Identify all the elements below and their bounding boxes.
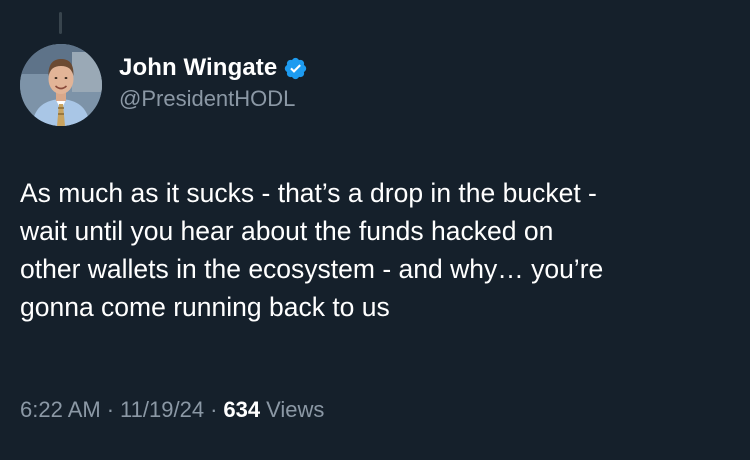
thread-connector-line [59,12,62,34]
views-count[interactable]: 634 [223,397,260,423]
avatar[interactable] [20,44,102,126]
verified-badge-icon[interactable] [283,56,308,81]
tweet-text-line: gonna come running back to us [20,292,390,322]
meta-separator: · [106,397,115,422]
avatar-image [20,44,102,126]
tweet-text: As much as it sucks - that’s a drop in t… [20,174,732,326]
author-display-name[interactable]: John Wingate [119,54,277,82]
author-handle[interactable]: @PresidentHODL [119,86,295,112]
tweet-metadata: 6:22 AM · 11/19/24 · 634 Views [20,397,324,423]
tweet-text-line: wait until you hear about the funds hack… [20,216,554,246]
tweet-text-line: other wallets in the ecosystem - and why… [20,254,604,284]
tweet-text-line: As much as it sucks - that’s a drop in t… [20,178,597,208]
author-name-row[interactable]: John Wingate [119,53,308,83]
tweet-date[interactable]: 11/19/24 [120,397,204,423]
views-label[interactable]: Views [266,397,324,423]
tweet-time[interactable]: 6:22 AM [20,397,101,423]
meta-separator: · [210,397,218,422]
